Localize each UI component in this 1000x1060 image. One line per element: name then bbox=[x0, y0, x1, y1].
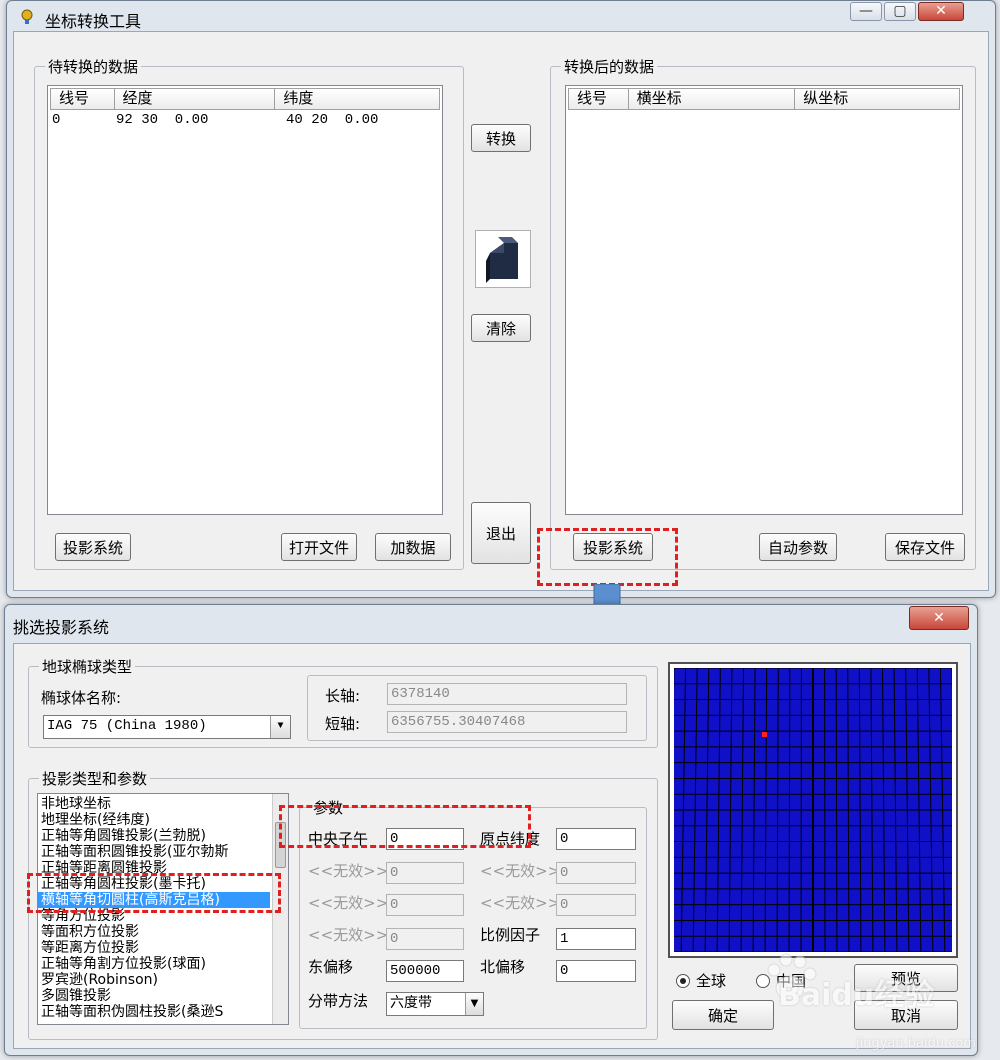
ellipsoid-group-title: 地球椭球类型 bbox=[39, 656, 136, 677]
watermark-url: jingyan.baidu.com bbox=[856, 1036, 976, 1051]
map-preview[interactable] bbox=[668, 662, 958, 958]
list-item[interactable]: 正轴等面积圆锥投影(亚尔勃斯 bbox=[38, 844, 270, 860]
source-data-list[interactable]: 线号 经度 纬度 0 92 30 0.00 40 20 0.00 bbox=[47, 85, 443, 515]
map-grid-canvas bbox=[674, 668, 952, 952]
scale-factor-label: 比例因子 bbox=[480, 926, 541, 944]
convert-button[interactable]: 转换 bbox=[471, 124, 531, 152]
chevron-down-icon[interactable]: ▼ bbox=[465, 993, 483, 1015]
list-item[interactable]: 等距离方位投影 bbox=[38, 940, 270, 956]
origin-lat-field[interactable]: 0 bbox=[556, 828, 636, 850]
list-item[interactable]: 等面积方位投影 bbox=[38, 924, 270, 940]
row-latitude: 40 20 0.00 bbox=[286, 112, 379, 128]
col-longitude[interactable]: 经度 bbox=[115, 89, 276, 109]
dialog-close-button[interactable]: ✕ bbox=[909, 606, 969, 630]
false-northing-field[interactable]: 0 bbox=[556, 960, 636, 982]
false-easting-field[interactable]: 500000 bbox=[386, 960, 464, 982]
main-window: 坐标转换工具 — ▢ ✕ 待转换的数据 线号 经度 纬度 0 92 30 0.0… bbox=[6, 0, 996, 598]
watermark-brand: Baidu经验 bbox=[778, 978, 935, 1013]
ellipsoid-select-value: IAG 75 (China 1980) bbox=[47, 718, 207, 734]
source-data-title: 待转换的数据 bbox=[45, 56, 142, 77]
annotation-box-selected-projection bbox=[27, 873, 281, 913]
invalid-label-1: <<无效>> bbox=[308, 862, 389, 880]
list-item[interactable]: 正轴等角割方位投影(球面) bbox=[38, 956, 270, 972]
ellipsoid-name-label: 椭球体名称: bbox=[41, 689, 122, 707]
zone-method-select[interactable]: 六度带 ▼ bbox=[386, 992, 484, 1016]
source-list-header: 线号 经度 纬度 bbox=[50, 88, 440, 110]
zone-method-label: 分带方法 bbox=[308, 992, 369, 1010]
invalid-label-2: <<无效>> bbox=[480, 862, 561, 880]
ok-button[interactable]: 确定 bbox=[672, 1000, 774, 1030]
invalid-field-2[interactable]: 0 bbox=[556, 862, 636, 884]
result-data-title: 转换后的数据 bbox=[561, 56, 658, 77]
source-data-group: 待转换的数据 线号 经度 纬度 0 92 30 0.00 40 20 0.00 … bbox=[34, 56, 464, 570]
major-axis-label: 长轴: bbox=[325, 687, 361, 705]
invalid-field-1[interactable]: 0 bbox=[386, 862, 464, 884]
point-marker bbox=[762, 732, 767, 737]
result-data-group: 转换后的数据 线号 横坐标 纵坐标 投影系统 自动参数 保存文件 bbox=[550, 56, 976, 570]
major-axis-field[interactable]: 6378140 bbox=[387, 683, 627, 705]
result-data-list[interactable]: 线号 横坐标 纵坐标 bbox=[565, 85, 963, 515]
table-row[interactable]: 0 92 30 0.00 40 20 0.00 bbox=[52, 112, 432, 130]
logo-tile bbox=[475, 230, 531, 288]
radio-selected-icon bbox=[676, 973, 690, 988]
invalid-field-4[interactable]: 0 bbox=[556, 894, 636, 916]
projection-group-title: 投影类型和参数 bbox=[39, 768, 151, 789]
radio-global[interactable]: 全球 bbox=[676, 970, 726, 991]
invalid-label-4: <<无效>> bbox=[480, 894, 561, 912]
scale-factor-field[interactable]: 1 bbox=[556, 928, 636, 950]
list-item[interactable]: 多圆锥投影 bbox=[38, 988, 270, 1004]
list-item[interactable]: 正轴等面积伪圆柱投影(桑逊S bbox=[38, 1004, 270, 1020]
main-client-area: 待转换的数据 线号 经度 纬度 0 92 30 0.00 40 20 0.00 … bbox=[13, 31, 989, 591]
open-file-button[interactable]: 打开文件 bbox=[281, 533, 357, 561]
annotation-box-central-meridian bbox=[279, 805, 531, 848]
stairs-icon bbox=[486, 237, 518, 283]
row-line: 0 bbox=[52, 112, 61, 128]
minimize-button[interactable]: — bbox=[850, 2, 882, 21]
save-file-button[interactable]: 保存文件 bbox=[885, 533, 965, 561]
exit-button[interactable]: 退出 bbox=[471, 502, 531, 564]
auto-params-button[interactable]: 自动参数 bbox=[759, 533, 837, 561]
col-line[interactable]: 线号 bbox=[51, 89, 115, 109]
dialog-title: 挑选投影系统 bbox=[13, 618, 110, 637]
invalid-label-5: <<无效>> bbox=[308, 926, 389, 944]
result-list-header: 线号 横坐标 纵坐标 bbox=[568, 88, 960, 110]
list-item[interactable]: 罗宾逊(Robinson) bbox=[38, 972, 270, 988]
list-item[interactable]: 非地球坐标 bbox=[38, 796, 270, 812]
globe-icon bbox=[21, 9, 33, 24]
window-title: 坐标转换工具 bbox=[45, 12, 142, 31]
invalid-field-5[interactable]: 0 bbox=[386, 928, 464, 950]
ellipsoid-group: 地球椭球类型 椭球体名称: IAG 75 (China 1980) ▼ 长轴: … bbox=[28, 656, 658, 748]
ellipsoid-select[interactable]: IAG 75 (China 1980) ▼ bbox=[43, 715, 291, 739]
false-northing-label: 北偏移 bbox=[480, 958, 526, 976]
radio-global-label: 全球 bbox=[696, 972, 727, 990]
maximize-button[interactable]: ▢ bbox=[884, 2, 916, 21]
false-easting-label: 东偏移 bbox=[308, 958, 354, 976]
col-easting[interactable]: 横坐标 bbox=[629, 89, 796, 109]
col-line[interactable]: 线号 bbox=[569, 89, 629, 109]
zone-method-value: 六度带 bbox=[390, 995, 432, 1011]
watermark: Baidu经验 jingyan.baidu.com bbox=[760, 948, 996, 1058]
list-item[interactable]: 正轴等角圆锥投影(兰勃脱) bbox=[38, 828, 270, 844]
minor-axis-label: 短轴: bbox=[325, 715, 361, 733]
add-data-button[interactable]: 加数据 bbox=[375, 533, 451, 561]
invalid-field-3[interactable]: 0 bbox=[386, 894, 464, 916]
close-button[interactable]: ✕ bbox=[918, 2, 964, 21]
list-item[interactable]: 地理坐标(经纬度) bbox=[38, 812, 270, 828]
app-icon bbox=[19, 9, 35, 25]
annotation-box-projection-button bbox=[537, 528, 678, 586]
invalid-label-3: <<无效>> bbox=[308, 894, 389, 912]
minor-axis-field[interactable]: 6356755.30407468 bbox=[387, 711, 627, 733]
col-latitude[interactable]: 纬度 bbox=[275, 89, 439, 109]
row-longitude: 92 30 0.00 bbox=[116, 112, 209, 128]
clear-button[interactable]: 清除 bbox=[471, 314, 531, 342]
col-northing[interactable]: 纵坐标 bbox=[795, 89, 959, 109]
projection-system-button[interactable]: 投影系统 bbox=[55, 533, 131, 561]
chevron-down-icon[interactable]: ▼ bbox=[270, 716, 290, 738]
